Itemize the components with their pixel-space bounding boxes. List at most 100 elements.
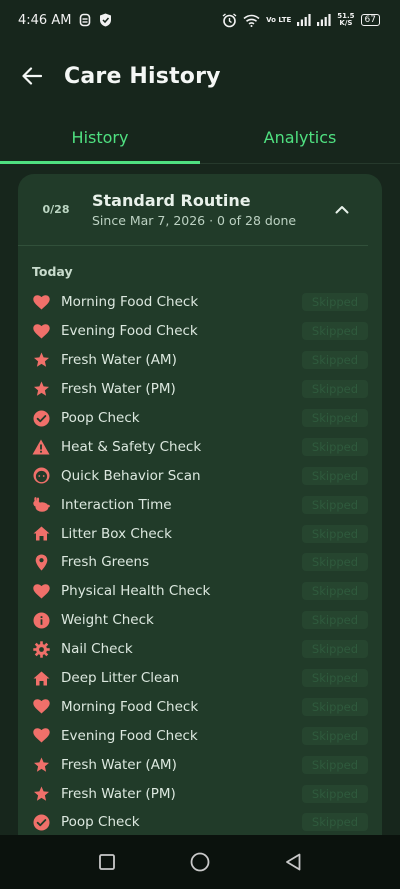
task-status-badge: Skipped xyxy=(302,611,368,630)
pet-icon xyxy=(32,496,50,514)
signal-icon xyxy=(297,14,311,26)
square-icon xyxy=(98,854,115,870)
back-nav-button[interactable] xyxy=(273,842,313,882)
task-item[interactable]: Fresh Water (PM) Skipped xyxy=(18,779,382,808)
network-label: Vo LTE xyxy=(266,15,292,24)
heart-icon xyxy=(32,698,50,716)
task-status-badge: Skipped xyxy=(302,380,368,399)
task-item[interactable]: Litter Box Check Skipped xyxy=(18,519,382,548)
task-status-badge: Skipped xyxy=(302,495,368,514)
task-item[interactable]: Evening Food Check Skipped xyxy=(18,317,382,346)
wifi-icon xyxy=(243,14,260,27)
task-name: Heat & Safety Check xyxy=(61,438,202,455)
task-name: Litter Box Check xyxy=(61,525,172,542)
task-name: Nail Check xyxy=(61,641,133,658)
task-list: Morning Food Check Skipped Evening Food Ch… xyxy=(18,288,382,837)
task-item[interactable]: Poop Check Skipped xyxy=(18,404,382,433)
task-item[interactable]: Evening Food Check Skipped xyxy=(18,721,382,750)
triangle-back-icon xyxy=(286,853,301,871)
routine-card: 0/28 Standard Routine Since Mar 7, 2026 … xyxy=(18,174,382,854)
task-name: Physical Health Check xyxy=(61,583,211,600)
system-nav-bar xyxy=(0,835,400,889)
status-bar: 4:46 AM Vo LTE 51.5 K/S 67 xyxy=(0,0,400,40)
active-tab-indicator xyxy=(0,161,200,164)
task-status-badge: Skipped xyxy=(302,524,368,543)
back-button[interactable] xyxy=(20,64,44,88)
warning-icon xyxy=(32,438,50,456)
task-status-badge: Skipped xyxy=(302,755,368,774)
task-item[interactable]: Interaction Time Skipped xyxy=(18,490,382,519)
task-name: Evening Food Check xyxy=(61,727,198,744)
recents-button[interactable] xyxy=(87,842,127,882)
gear-icon xyxy=(32,640,50,658)
task-name: Interaction Time xyxy=(61,496,172,513)
star-icon xyxy=(32,351,50,369)
star-icon xyxy=(32,380,50,398)
check-circle-icon xyxy=(32,409,50,427)
page-title: Care History xyxy=(64,63,221,89)
task-status-badge: Skipped xyxy=(302,813,368,832)
task-status-badge: Skipped xyxy=(302,322,368,341)
heart-icon xyxy=(32,293,50,311)
location-pin-icon xyxy=(32,553,50,571)
task-status-badge: Skipped xyxy=(302,351,368,370)
task-status-badge: Skipped xyxy=(302,784,368,803)
task-name: Fresh Water (AM) xyxy=(61,352,177,369)
task-name: Evening Food Check xyxy=(61,323,198,340)
task-status-badge: Skipped xyxy=(302,293,368,312)
collapse-button[interactable] xyxy=(330,198,354,222)
task-item[interactable]: Fresh Water (PM) Skipped xyxy=(18,375,382,404)
task-item[interactable]: Fresh Water (AM) Skipped xyxy=(18,346,382,375)
back-arrow-icon xyxy=(22,67,42,85)
task-item[interactable]: Weight Check Skipped xyxy=(18,606,382,635)
heart-icon xyxy=(32,727,50,745)
net-speed: 51.5 K/S xyxy=(337,13,354,27)
chevron-up-icon xyxy=(335,206,349,214)
task-item[interactable]: Quick Behavior Scan Skipped xyxy=(18,461,382,490)
routine-subtitle: Since Mar 7, 2026 · 0 of 28 done xyxy=(92,213,297,228)
task-name: Quick Behavior Scan xyxy=(61,467,201,484)
routine-card-header[interactable]: 0/28 Standard Routine Since Mar 7, 2026 … xyxy=(18,174,368,246)
alarm-icon xyxy=(222,12,237,28)
task-status-badge: Skipped xyxy=(302,726,368,745)
task-item[interactable]: Morning Food Check Skipped xyxy=(18,692,382,721)
task-status-badge: Skipped xyxy=(302,409,368,427)
routine-title: Standard Routine xyxy=(92,191,251,210)
task-name: Fresh Greens xyxy=(61,554,150,571)
task-name: Morning Food Check xyxy=(61,294,199,311)
task-status-badge: Skipped xyxy=(302,697,368,716)
heart-icon xyxy=(32,582,50,600)
task-name: Weight Check xyxy=(61,612,154,629)
task-item[interactable]: Poop Check Skipped xyxy=(18,808,382,837)
task-status-badge: Skipped xyxy=(302,466,368,485)
task-item[interactable]: Heat & Safety Check Skipped xyxy=(18,432,382,461)
face-icon xyxy=(32,467,50,485)
star-icon xyxy=(32,756,50,774)
check-circle-icon xyxy=(32,813,50,831)
task-item[interactable]: Morning Food Check Skipped xyxy=(18,288,382,317)
home-icon xyxy=(32,525,50,543)
shield-icon xyxy=(99,13,112,27)
task-status-badge: Skipped xyxy=(302,640,368,659)
star-icon xyxy=(32,785,50,803)
app-header: Care History xyxy=(0,40,400,112)
task-item[interactable]: Fresh Water (AM) Skipped xyxy=(18,750,382,779)
circle-icon xyxy=(190,852,210,872)
task-item[interactable]: Nail Check Skipped xyxy=(18,635,382,664)
task-name: Fresh Water (AM) xyxy=(61,756,177,773)
task-name: Morning Food Check xyxy=(61,698,199,715)
signal-icon xyxy=(317,14,331,26)
task-name: Poop Check xyxy=(61,410,140,426)
task-status-badge: Skipped xyxy=(302,582,368,601)
storage-icon xyxy=(79,13,91,27)
tab-analytics[interactable]: Analytics xyxy=(200,112,400,163)
task-name: Poop Check xyxy=(61,814,140,831)
task-item[interactable]: Fresh Greens Skipped xyxy=(18,548,382,577)
home-button[interactable] xyxy=(180,842,220,882)
task-item[interactable]: Deep Litter Clean Skipped xyxy=(18,664,382,693)
task-item[interactable]: Physical Health Check Skipped xyxy=(18,577,382,606)
section-label-today: Today xyxy=(32,264,73,279)
tab-history[interactable]: History xyxy=(0,112,200,163)
task-status-badge: Skipped xyxy=(302,553,368,572)
tab-bar: History Analytics xyxy=(0,112,400,164)
